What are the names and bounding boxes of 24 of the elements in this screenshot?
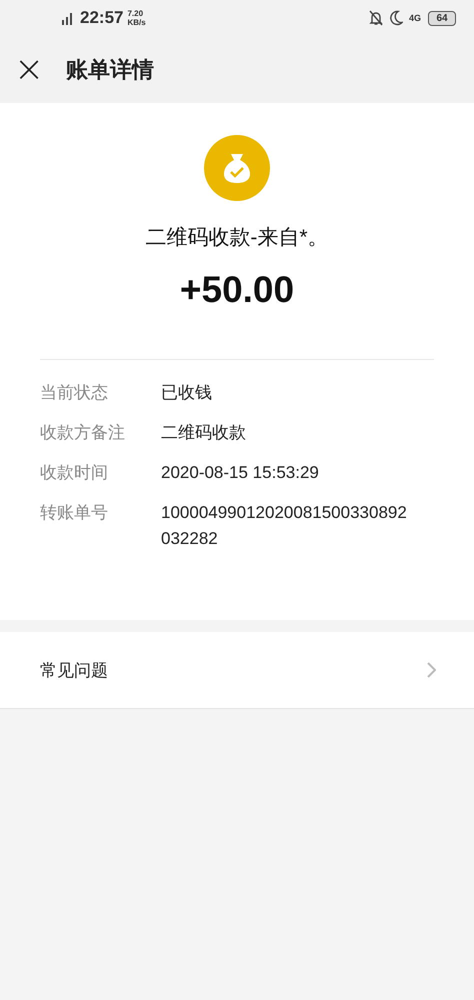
faq-row[interactable]: 常见问题: [0, 632, 474, 709]
detail-value: 10000499012020081500330892032282: [161, 502, 408, 550]
transaction-description: 二维码收款-来自*。: [145, 225, 329, 251]
net-speed: 7.20: [127, 9, 144, 18]
page-title: 账单详情: [66, 56, 154, 84]
clock: 22:57: [80, 8, 124, 28]
amount: +50.00: [180, 269, 294, 311]
net-speed-unit: KB/s: [127, 18, 146, 27]
detail-label: 收款方备注: [40, 422, 126, 444]
battery-level: 64: [428, 10, 456, 26]
faq-label: 常见问题: [40, 660, 108, 682]
moon-icon: [388, 10, 403, 26]
money-bag-icon: [204, 135, 270, 201]
detail-label: 转账单号: [40, 502, 109, 524]
chevron-right-icon: [427, 662, 436, 678]
detail-value: 2020-08-15 15:53:29: [161, 462, 320, 484]
signal-icon: [62, 11, 74, 25]
detail-value: 二维码收款: [161, 422, 247, 444]
detail-label: 当前状态: [40, 382, 109, 404]
close-button[interactable]: ×: [14, 52, 44, 88]
detail-label: 收款时间: [40, 462, 109, 484]
network-type: 4G: [408, 13, 421, 23]
detail-value: 已收钱: [161, 382, 213, 404]
bell-off-icon: [368, 10, 383, 26]
